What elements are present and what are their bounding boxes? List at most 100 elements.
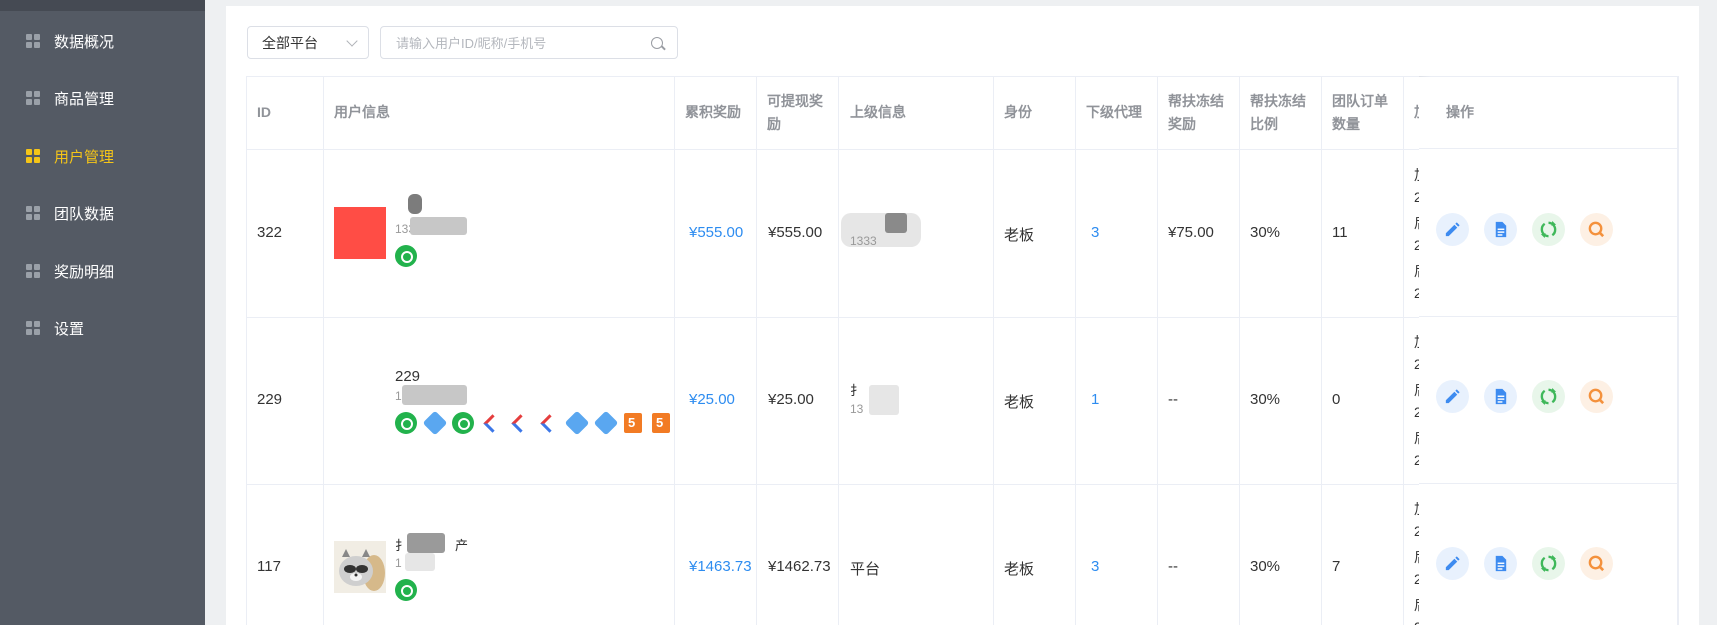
edit-button[interactable] bbox=[1436, 213, 1469, 246]
sidebar-item-label: 团队数据 bbox=[54, 205, 115, 223]
cell-parent-info: 平台 bbox=[850, 561, 881, 578]
header-id: ID bbox=[257, 104, 271, 120]
cell-sub-agents[interactable]: 3 bbox=[1091, 224, 1099, 241]
sidebar-item-label: 数据概况 bbox=[54, 33, 115, 51]
user-phone: 1 bbox=[395, 389, 402, 403]
row-divider bbox=[1419, 148, 1677, 149]
detail-button[interactable] bbox=[1484, 380, 1517, 413]
user-name: 229 bbox=[395, 368, 421, 385]
sidebar-item-label: 奖励明细 bbox=[54, 263, 115, 281]
col-divider bbox=[993, 77, 994, 625]
edit-button[interactable] bbox=[1436, 380, 1469, 413]
cell-identity: 老板 bbox=[1004, 561, 1035, 578]
header-team-orders-1: 团队订单 bbox=[1332, 93, 1388, 109]
search-box[interactable] bbox=[380, 26, 678, 59]
cell-team-orders: 11 bbox=[1332, 224, 1348, 241]
sidebar-item-overview[interactable]: 数据概况 bbox=[0, 21, 205, 61]
cell-total-reward[interactable]: ¥1463.73 bbox=[689, 558, 752, 575]
search-input[interactable] bbox=[396, 34, 636, 52]
redacted-parent-name bbox=[885, 213, 907, 233]
col-divider bbox=[1321, 77, 1322, 625]
actions-column: 操作 bbox=[1419, 77, 1678, 625]
cell-identity: 老板 bbox=[1004, 394, 1035, 411]
col-divider bbox=[1075, 77, 1076, 625]
refresh-button[interactable] bbox=[1532, 213, 1565, 246]
user-name-suffix: 产 bbox=[455, 538, 469, 553]
avatar bbox=[334, 207, 386, 259]
detail-button[interactable] bbox=[1484, 213, 1517, 246]
col-divider bbox=[323, 77, 324, 625]
cell-total-reward[interactable]: ¥555.00 bbox=[689, 224, 743, 241]
cube-icon bbox=[593, 410, 619, 436]
sidebar-item-users[interactable]: 用户管理 bbox=[0, 136, 205, 176]
sidebar-item-settings[interactable]: 设置 bbox=[0, 308, 205, 348]
header-frozen-reward-1: 帮扶冻结 bbox=[1168, 93, 1224, 109]
header-sub-agents: 下级代理 bbox=[1086, 104, 1142, 120]
cell-sub-agents[interactable]: 3 bbox=[1091, 558, 1099, 575]
html5-icon bbox=[652, 413, 670, 433]
col-divider bbox=[674, 77, 675, 625]
refresh-button[interactable] bbox=[1532, 380, 1565, 413]
grid-icon bbox=[26, 34, 40, 48]
view-button[interactable] bbox=[1580, 380, 1613, 413]
cube-icon bbox=[564, 410, 590, 436]
kuaishou-icon bbox=[481, 412, 503, 434]
header-total-reward: 累积奖励 bbox=[685, 104, 741, 120]
view-button[interactable] bbox=[1580, 213, 1613, 246]
col-divider bbox=[756, 77, 757, 625]
user-phone: 1 bbox=[395, 556, 402, 570]
row-divider bbox=[1419, 316, 1677, 317]
platform-select[interactable]: 全部平台 bbox=[247, 26, 369, 59]
cell-id: 229 bbox=[257, 391, 283, 408]
refresh-button[interactable] bbox=[1532, 547, 1565, 580]
header-withdrawable-1: 可提现奖 bbox=[767, 93, 823, 109]
sidebar-item-rewards[interactable]: 奖励明细 bbox=[0, 251, 205, 291]
header-withdrawable-2: 励 bbox=[767, 116, 781, 132]
kuaishou-icon bbox=[509, 412, 531, 434]
col-divider bbox=[838, 77, 839, 625]
header-parent-info: 上级信息 bbox=[850, 104, 906, 120]
parent-phone: 13 bbox=[850, 402, 864, 416]
cell-total-reward[interactable]: ¥25.00 bbox=[689, 391, 735, 408]
raccoon-avatar-icon bbox=[334, 541, 386, 593]
redacted-name bbox=[408, 194, 422, 214]
header-frozen-ratio-1: 帮扶冻结 bbox=[1250, 93, 1306, 109]
cell-frozen-reward: -- bbox=[1168, 391, 1178, 408]
redacted-parent bbox=[869, 385, 899, 415]
cell-frozen-reward: -- bbox=[1168, 558, 1178, 575]
html5-icon bbox=[624, 413, 642, 433]
cell-withdrawable: ¥1462.73 bbox=[768, 558, 831, 575]
grid-icon bbox=[26, 264, 40, 278]
parent-name: 扌 bbox=[850, 383, 864, 398]
header-team-orders-2: 数量 bbox=[1332, 116, 1360, 132]
sidebar: 数据概况 商品管理 用户管理 团队数据 奖励明细 设置 bbox=[0, 0, 205, 625]
cell-id: 117 bbox=[257, 558, 281, 575]
detail-button[interactable] bbox=[1484, 547, 1517, 580]
parent-phone: 1333 bbox=[850, 234, 877, 248]
edit-button[interactable] bbox=[1436, 547, 1469, 580]
grid-icon bbox=[26, 149, 40, 163]
redacted-name bbox=[407, 533, 445, 553]
wechat-mini-icon bbox=[395, 412, 417, 434]
header-actions: 操作 bbox=[1446, 104, 1474, 120]
header-frozen-ratio-2: 比例 bbox=[1250, 116, 1278, 132]
cube-icon bbox=[422, 410, 448, 436]
cell-frozen-ratio: 30% bbox=[1250, 558, 1281, 575]
sidebar-item-label: 设置 bbox=[54, 320, 85, 338]
redacted-phone bbox=[410, 217, 467, 235]
sidebar-item-products[interactable]: 商品管理 bbox=[0, 78, 205, 118]
redacted-phone bbox=[405, 553, 435, 571]
sidebar-item-team-data[interactable]: 团队数据 bbox=[0, 193, 205, 233]
view-button[interactable] bbox=[1580, 547, 1613, 580]
col-divider bbox=[1157, 77, 1158, 625]
chevron-down-icon bbox=[346, 35, 358, 47]
wechat-mini-icon bbox=[395, 245, 417, 267]
row-divider bbox=[1419, 483, 1677, 484]
grid-icon bbox=[26, 91, 40, 105]
sidebar-item-label: 用户管理 bbox=[54, 148, 115, 166]
search-icon[interactable] bbox=[651, 37, 663, 49]
cell-sub-agents[interactable]: 1 bbox=[1091, 391, 1099, 408]
redacted-phone bbox=[402, 385, 467, 405]
grid-icon bbox=[26, 206, 40, 220]
col-divider bbox=[1677, 77, 1678, 625]
